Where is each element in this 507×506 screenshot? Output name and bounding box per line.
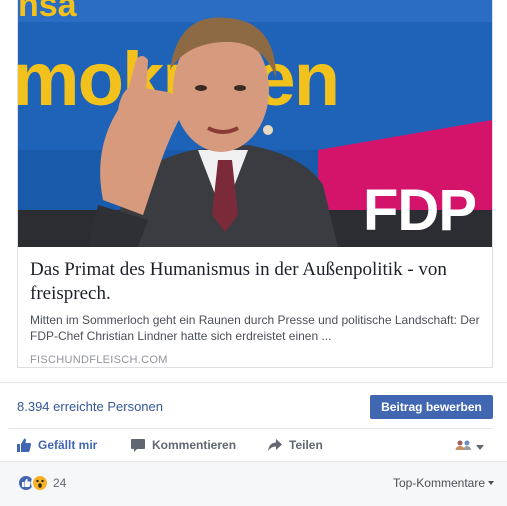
audience-selector[interactable] [454, 438, 484, 456]
svg-text:FDP: FDP [363, 178, 476, 243]
comment-sort-dropdown[interactable]: Top-Kommentare [393, 476, 494, 490]
friends-icon [454, 438, 472, 456]
reach-bar: 8.394 erreichte Personen Beitrag bewerbe… [0, 382, 507, 428]
share-arrow-icon [267, 437, 283, 453]
comment-button[interactable]: Kommentieren [130, 436, 236, 454]
chevron-down-icon [488, 481, 494, 485]
link-preview-card[interactable]: nsa mokraten FDP Das Primat des Hum [17, 0, 493, 368]
thumbs-up-icon [16, 437, 32, 453]
link-title[interactable]: Das Primat des Humanismus in der Außenpo… [30, 258, 480, 306]
comment-sort-label: Top-Kommentare [392, 476, 485, 490]
reactions-bar: 24 Top-Kommentare [0, 461, 507, 506]
reaction-icons[interactable] [17, 474, 49, 492]
link-preview-image[interactable]: nsa mokraten FDP [18, 0, 492, 247]
reaction-count[interactable]: 24 [53, 476, 66, 490]
like-button[interactable]: Gefällt mir [16, 436, 97, 454]
reach-count[interactable]: 8.394 erreichte Personen [17, 399, 163, 414]
svg-text:nsa: nsa [18, 0, 78, 24]
link-source: FISCHUNDFLEISCH.COM [30, 354, 168, 366]
comment-label: Kommentieren [152, 438, 237, 452]
comment-icon [130, 437, 146, 453]
wow-reaction-icon [31, 474, 49, 492]
chevron-down-icon [476, 444, 484, 450]
like-label: Gefällt mir [38, 438, 98, 452]
boost-post-button[interactable]: Beitrag bewerben [370, 395, 493, 419]
share-button[interactable]: Teilen [267, 436, 323, 454]
link-description: Mitten im Sommerloch geht ein Raunen dur… [30, 313, 480, 343]
share-label: Teilen [289, 438, 323, 452]
action-bar: Gefällt mir Kommentieren Teilen [9, 428, 493, 460]
facebook-post: nsa mokraten FDP Das Primat des Hum [0, 0, 507, 506]
